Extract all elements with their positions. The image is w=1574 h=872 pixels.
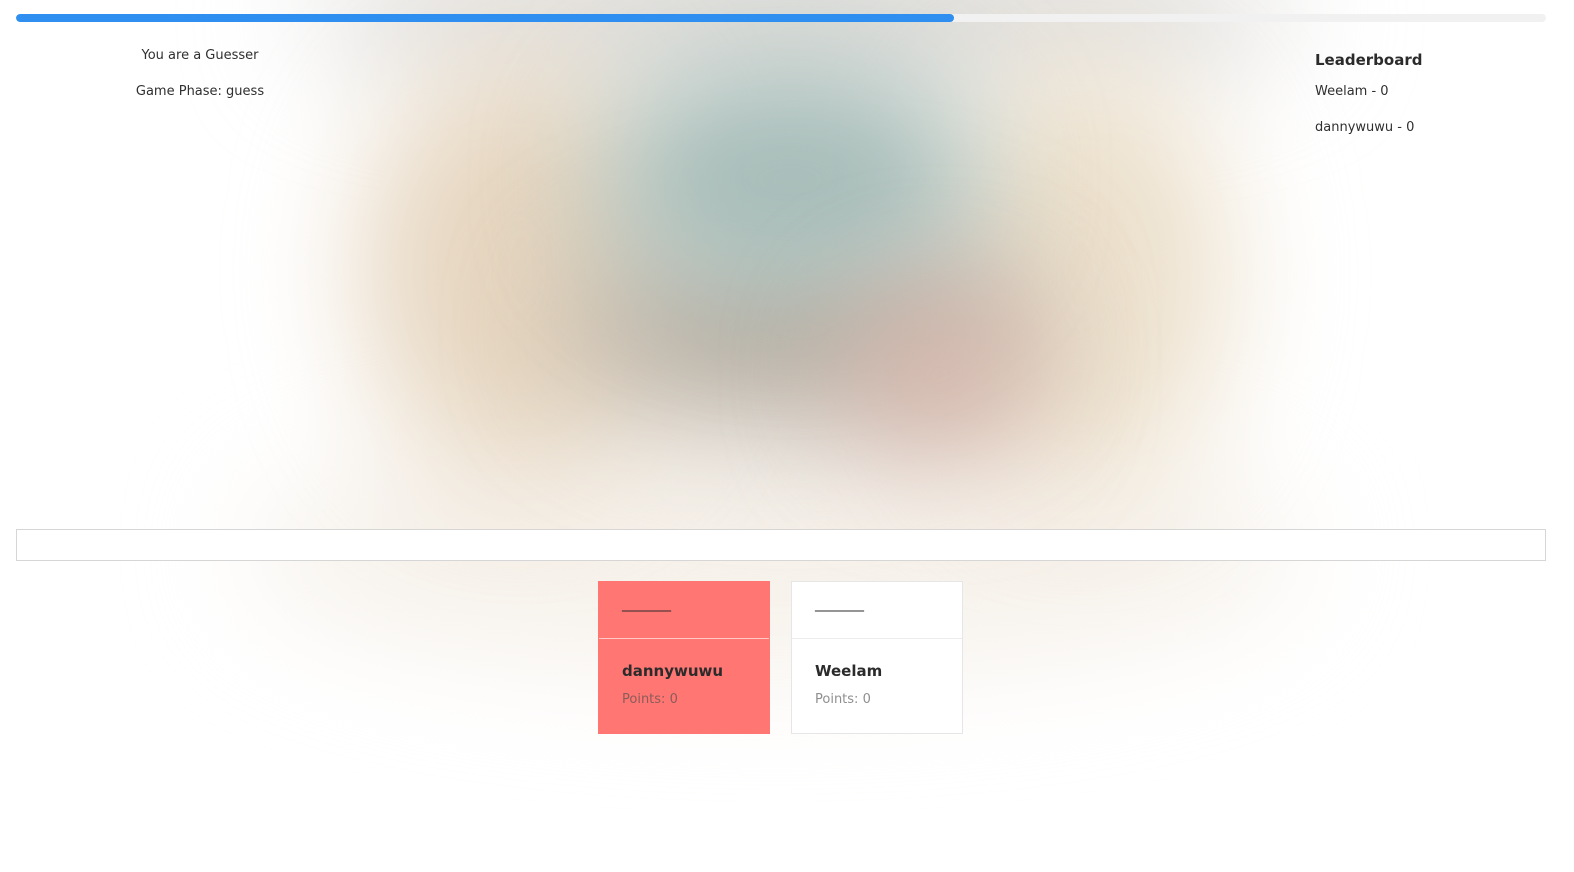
player-cards: ________ dannywuwu Points: 0 ________ We… <box>598 581 963 734</box>
guess-input[interactable] <box>16 529 1546 561</box>
player-word-blank: ________ <box>792 582 962 639</box>
player-card-weelam[interactable]: ________ Weelam Points: 0 <box>791 581 963 734</box>
leaderboard-entry: Weelam - 0 <box>1315 84 1389 99</box>
leaderboard-entry: dannywuwu - 0 <box>1315 120 1415 135</box>
player-card-body: Weelam Points: 0 <box>792 639 962 709</box>
player-points: Points: 0 <box>815 692 871 707</box>
player-card-body: dannywuwu Points: 0 <box>599 639 769 709</box>
game-phase-text: Game Phase: guess <box>135 84 265 99</box>
round-timer-progress-fill <box>16 14 954 22</box>
player-name: dannywuwu <box>622 662 724 680</box>
leaderboard-title: Leaderboard <box>1315 51 1423 69</box>
player-points: Points: 0 <box>622 692 678 707</box>
round-timer-progress-bar <box>16 14 1546 22</box>
player-card-dannywuwu[interactable]: ________ dannywuwu Points: 0 <box>598 581 770 734</box>
player-role-text: You are a Guesser <box>141 48 259 63</box>
game-page: You are a Guesser Game Phase: guess Lead… <box>0 0 1574 872</box>
role-info: You are a Guesser Game Phase: guess <box>100 47 300 119</box>
player-word-blank: ________ <box>599 582 769 639</box>
player-name: Weelam <box>815 662 883 680</box>
leaderboard: Leaderboard Weelam - 0 dannywuwu - 0 <box>1315 49 1545 155</box>
